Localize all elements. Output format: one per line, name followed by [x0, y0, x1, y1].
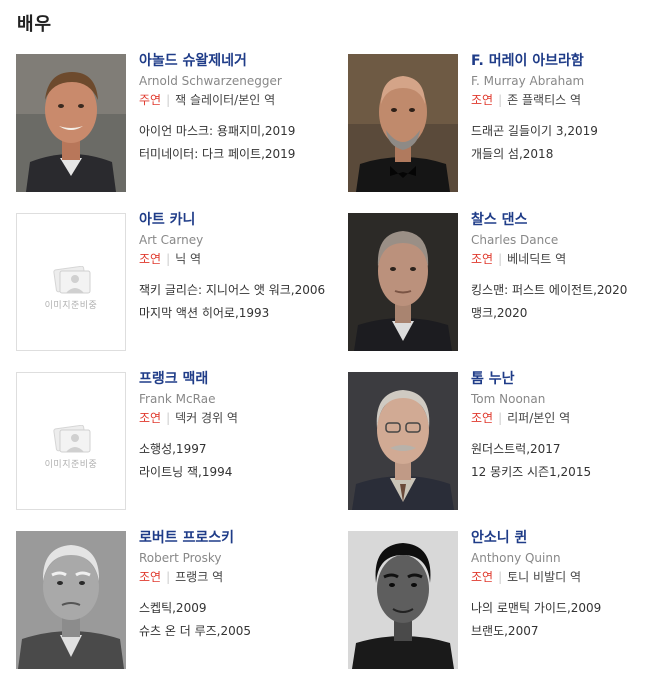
role-line: 조연 | 리퍼/본인 역 — [471, 410, 671, 426]
role-line: 조연 | 토니 비발디 역 — [471, 569, 671, 585]
filmography-item[interactable]: 라이트닝 잭,1994 — [139, 464, 349, 480]
role-line: 조연 | 존 플랙티스 역 — [471, 92, 671, 108]
role-type-badge: 조연 — [139, 570, 162, 584]
divider: | — [498, 252, 503, 266]
filmography-item[interactable]: 드래곤 길들이기 3,2019 — [471, 123, 671, 139]
actor-english-name: Tom Noonan — [471, 392, 546, 406]
role-type-badge: 조연 — [139, 411, 162, 425]
role-line: 조연 | 닉 역 — [139, 251, 349, 267]
filmography-list: 원더스트럭,2017 12 몽키즈 시즌1,2015 — [471, 441, 671, 480]
cast-card: F. 머레이 아브라함 F. Murray Abraham 조연 | 존 플랙티스 … — [348, 52, 671, 194]
actor-photo[interactable] — [348, 54, 458, 192]
divider: | — [166, 93, 171, 107]
cast-card: 이미지준비중 아트 카니 Art Carney 조연 | 닉 역 잭키 글리슨: 지… — [16, 212, 336, 353]
filmography-item[interactable]: 아이언 마스크: 용패지미,2019 — [139, 123, 349, 139]
actor-english-name: Frank McRae — [139, 392, 216, 406]
actor-english-name: Arnold Schwarzenegger — [139, 74, 282, 88]
cast-card: 아놀드 슈왈제네거 Arnold Schwarzenegger 주연 | 잭 슬레이… — [16, 53, 336, 194]
filmography-list: 킹스맨: 퍼스트 에이전트,2020 맹크,2020 — [471, 282, 671, 321]
placeholder-text: 이미지준비중 — [44, 460, 98, 470]
filmography-list: 잭키 글리슨: 지니어스 앳 워크,2006 마지막 액션 히어로,1993 — [139, 282, 349, 321]
actor-name-link[interactable]: 아놀드 슈왈제네거 — [139, 52, 349, 70]
divider: | — [498, 411, 503, 425]
role-type-badge: 조연 — [471, 570, 494, 584]
character-name: 덱커 경위 역 — [175, 411, 238, 425]
filmography-item[interactable]: 잭키 글리슨: 지니어스 앳 워크,2006 — [139, 282, 349, 298]
actor-photo-placeholder[interactable]: 이미지준비중 — [16, 213, 126, 351]
filmography-item[interactable]: 터미네이터: 다크 페이트,2019 — [139, 146, 349, 162]
image-placeholder-icon — [52, 265, 92, 300]
role-line: 주연 | 잭 슬레이터/본인 역 — [139, 92, 349, 108]
actor-english-name: Anthony Quinn — [471, 551, 561, 565]
filmography-item[interactable]: 원더스트럭,2017 — [471, 441, 671, 457]
filmography-list: 나의 로맨틱 가이드,2009 브랜도,2007 — [471, 600, 671, 639]
role-type-badge: 주연 — [139, 93, 162, 107]
filmography-item[interactable]: 스켑틱,2009 — [139, 600, 349, 616]
actor-english-name: Art Carney — [139, 233, 204, 247]
actor-name-link[interactable]: F. 머레이 아브라함 — [471, 52, 671, 70]
filmography-item[interactable]: 소행성,1997 — [139, 441, 349, 457]
actor-photo[interactable] — [16, 531, 126, 669]
character-name: 존 플랙티스 역 — [507, 93, 582, 107]
character-name: 닉 역 — [175, 252, 202, 266]
divider: | — [498, 93, 503, 107]
filmography-item[interactable]: 나의 로맨틱 가이드,2009 — [471, 600, 671, 616]
filmography-list: 스켑틱,2009 슈츠 온 더 루즈,2005 — [139, 600, 349, 639]
filmography-list: 소행성,1997 라이트닝 잭,1994 — [139, 441, 349, 480]
actor-photo-placeholder[interactable]: 이미지준비중 — [16, 372, 126, 510]
actor-name-link[interactable]: 찰스 댄스 — [471, 211, 671, 229]
actor-name-link[interactable]: 프랭크 맥래 — [139, 370, 349, 388]
actor-english-name: F. Murray Abraham — [471, 74, 585, 88]
actor-english-name: Charles Dance — [471, 233, 559, 247]
filmography-item[interactable]: 맹크,2020 — [471, 305, 671, 321]
role-type-badge: 조연 — [471, 252, 494, 266]
cast-card: 톰 누난 Tom Noonan 조연 | 리퍼/본인 역 원더스트럭,2017 12… — [348, 370, 671, 512]
divider: | — [498, 570, 503, 584]
actor-photo[interactable] — [348, 213, 458, 351]
actor-photo[interactable] — [348, 531, 458, 669]
filmography-item[interactable]: 마지막 액션 히어로,1993 — [139, 305, 349, 321]
actor-photo[interactable] — [348, 372, 458, 510]
character-name: 잭 슬레이터/본인 역 — [175, 93, 276, 107]
filmography-item[interactable]: 킹스맨: 퍼스트 에이전트,2020 — [471, 282, 671, 298]
role-line: 조연 | 베네딕트 역 — [471, 251, 671, 267]
cast-card: 안소니 퀸 Anthony Quinn 조연 | 토니 비발디 역 나의 로맨틱 가… — [348, 529, 671, 671]
actor-name-link[interactable]: 아트 카니 — [139, 211, 349, 229]
actor-english-name: Robert Prosky — [139, 551, 222, 565]
role-type-badge: 조연 — [471, 411, 494, 425]
character-name: 프랭크 역 — [175, 570, 224, 584]
divider: | — [166, 570, 171, 584]
role-type-badge: 조연 — [139, 252, 162, 266]
role-line: 조연 | 덱커 경위 역 — [139, 410, 349, 426]
cast-card: 찰스 댄스 Charles Dance 조연 | 베네딕트 역 킹스맨: 퍼스트 에… — [348, 211, 671, 353]
filmography-item[interactable]: 브랜도,2007 — [471, 623, 671, 639]
filmography-list: 드래곤 길들이기 3,2019 개들의 섬,2018 — [471, 123, 671, 162]
actor-name-link[interactable]: 톰 누난 — [471, 370, 671, 388]
cast-card: 로버트 프로스키 Robert Prosky 조연 | 프랭크 역 스켑틱,2009… — [16, 530, 336, 671]
filmography-item[interactable]: 슈츠 온 더 루즈,2005 — [139, 623, 349, 639]
divider: | — [166, 252, 171, 266]
character-name: 리퍼/본인 역 — [507, 411, 571, 425]
filmography-list: 아이언 마스크: 용패지미,2019 터미네이터: 다크 페이트,2019 — [139, 123, 349, 162]
role-line: 조연 | 프랭크 역 — [139, 569, 349, 585]
actor-photo[interactable] — [16, 54, 126, 192]
filmography-item[interactable]: 개들의 섬,2018 — [471, 146, 671, 162]
character-name: 토니 비발디 역 — [507, 570, 582, 584]
image-placeholder-icon — [52, 424, 92, 459]
placeholder-text: 이미지준비중 — [44, 301, 98, 311]
actor-name-link[interactable]: 로버트 프로스키 — [139, 529, 349, 547]
character-name: 베네딕트 역 — [507, 252, 567, 266]
section-title: 배우 — [17, 14, 53, 35]
divider: | — [166, 411, 171, 425]
cast-card: 이미지준비중 프랭크 맥래 Frank McRae 조연 | 덱커 경위 역 소행성… — [16, 371, 336, 512]
actor-name-link[interactable]: 안소니 퀸 — [471, 529, 671, 547]
filmography-item[interactable]: 12 몽키즈 시즌1,2015 — [471, 464, 671, 480]
role-type-badge: 조연 — [471, 93, 494, 107]
